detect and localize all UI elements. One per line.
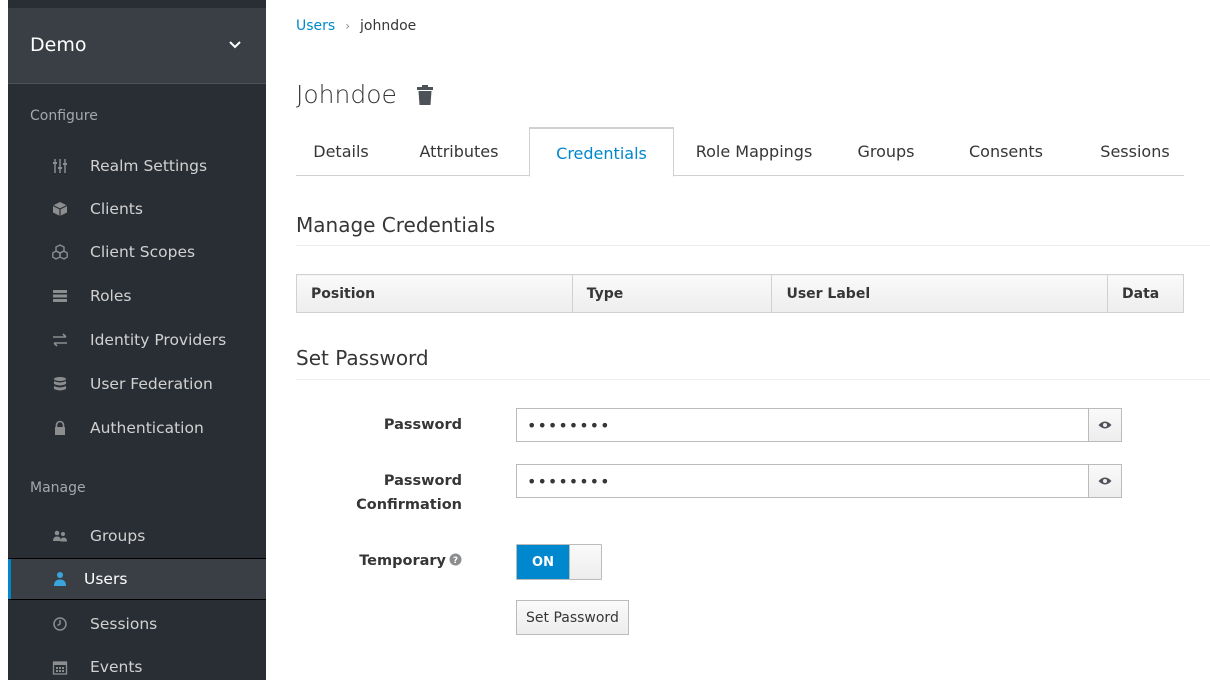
sidebar-item-label: Users [84, 570, 128, 588]
lock-icon [55, 420, 65, 435]
sidebar-item-label: Authentication [90, 419, 204, 437]
eye-icon [1098, 477, 1112, 485]
breadcrumb: Users › johndoe [296, 18, 416, 34]
temporary-label: Temporary [359, 553, 446, 569]
column-header-data[interactable]: Data [1107, 274, 1184, 313]
sidebar-item-label: Groups [90, 527, 146, 545]
exchange-icon [53, 333, 67, 347]
page-title-row: Johndoe [296, 80, 435, 109]
table-header-row: Position Type User Label Data [296, 274, 1184, 313]
column-header-position[interactable]: Position [296, 274, 573, 313]
sidebar-item-label: Client Scopes [90, 243, 196, 261]
sidebar-item-clients[interactable]: Clients [8, 189, 266, 229]
sidebar-item-sessions[interactable]: Sessions [8, 604, 266, 644]
tab-details[interactable]: Details [296, 127, 386, 176]
sidebar-item-events[interactable]: Events [8, 647, 266, 680]
show-confirmation-button[interactable] [1088, 465, 1121, 497]
sidebar-item-identity-providers[interactable]: Identity Providers [8, 320, 266, 360]
help-icon[interactable]: ? [449, 553, 462, 566]
database-icon [54, 377, 66, 391]
eye-icon [1098, 421, 1112, 429]
tab-sessions[interactable]: Sessions [1086, 127, 1184, 176]
set-password-button[interactable]: Set Password [516, 600, 629, 635]
breadcrumb-current: johndoe [360, 18, 417, 34]
calendar-icon [52, 661, 68, 675]
breadcrumb-separator-icon: › [345, 19, 351, 33]
toggle-on-label: ON [517, 545, 569, 579]
tab-role-mappings[interactable]: Role Mappings [674, 127, 834, 176]
realm-name: Demo [30, 34, 87, 56]
tab-consents[interactable]: Consents [946, 127, 1066, 176]
manage-section-title: Manage [30, 480, 86, 496]
realm-selector[interactable]: Demo [8, 8, 266, 84]
temporary-toggle[interactable]: ON [516, 544, 602, 580]
password-field-group [516, 408, 1122, 442]
sliders-icon [53, 159, 67, 173]
credentials-table: Position Type User Label Data [296, 274, 1184, 313]
sidebar-item-label: Clients [90, 200, 143, 218]
sidebar-item-roles[interactable]: Roles [8, 276, 266, 316]
section-divider [296, 379, 1210, 380]
password-confirmation-label: Password Confirmation [272, 469, 462, 517]
sidebar-item-realm-settings[interactable]: Realm Settings [8, 146, 266, 186]
cube-icon [52, 202, 68, 216]
tab-groups[interactable]: Groups [841, 127, 931, 176]
column-header-type[interactable]: Type [571, 274, 773, 313]
show-password-button[interactable] [1088, 409, 1121, 441]
configure-section-title: Configure [30, 108, 98, 124]
sidebar-item-label: User Federation [90, 375, 213, 393]
sidebar-item-client-scopes[interactable]: Client Scopes [8, 232, 266, 272]
tab-bar: Details Attributes Credentials Role Mapp… [296, 127, 1184, 177]
password-confirmation-input[interactable] [517, 465, 1088, 497]
section-divider [296, 245, 1210, 246]
sidebar-item-label: Identity Providers [90, 331, 227, 349]
set-password-heading: Set Password [296, 346, 429, 370]
cubes-icon [52, 244, 68, 260]
sidebar-item-authentication[interactable]: Authentication [8, 408, 266, 448]
page-title: Johndoe [296, 80, 397, 109]
toggle-knob[interactable] [569, 545, 601, 579]
sidebar-item-user-federation[interactable]: User Federation [8, 364, 266, 404]
sidebar-item-label: Sessions [90, 615, 158, 633]
chevron-down-icon [229, 41, 241, 49]
sidebar: Demo Configure Realm Settings Clients Cl… [8, 0, 266, 680]
sidebar-item-users[interactable]: Users [8, 558, 266, 600]
users-icon [53, 530, 67, 542]
user-icon [54, 572, 66, 586]
password-label: Password [383, 417, 462, 433]
svg-text:?: ? [453, 556, 458, 566]
sidebar-item-groups[interactable]: Groups [8, 516, 266, 556]
password-confirmation-label-line2: Confirmation [356, 497, 462, 513]
sidebar-item-label: Roles [90, 287, 132, 305]
column-header-user-label[interactable]: User Label [771, 274, 1109, 313]
password-confirmation-field-group [516, 464, 1122, 498]
password-input[interactable] [517, 409, 1088, 441]
password-confirmation-label-line1: Password [383, 473, 462, 489]
breadcrumb-users-link[interactable]: Users [296, 18, 335, 34]
trash-icon[interactable] [415, 84, 435, 106]
sidebar-item-label: Events [90, 658, 143, 676]
clock-icon [53, 617, 67, 631]
tab-credentials[interactable]: Credentials [529, 127, 674, 177]
manage-credentials-heading: Manage Credentials [296, 213, 496, 237]
tab-attributes[interactable]: Attributes [394, 127, 524, 176]
temporary-label-row: Temporary? [272, 549, 462, 573]
sidebar-item-label: Realm Settings [90, 157, 208, 175]
roles-icon [53, 290, 67, 302]
